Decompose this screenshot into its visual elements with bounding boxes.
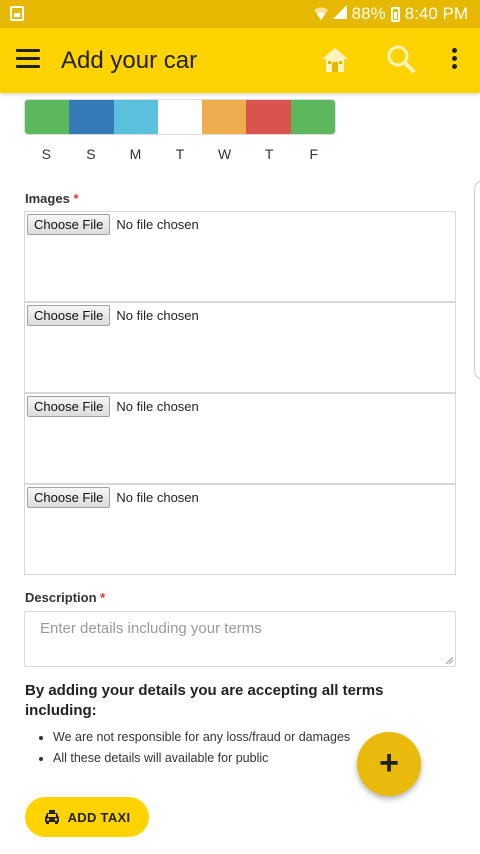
- day-label: S: [86, 146, 96, 162]
- file-status: No file chosen: [116, 308, 199, 323]
- day-label: T: [264, 146, 274, 162]
- add-fab-button[interactable]: +: [357, 732, 421, 796]
- required-mark: *: [100, 590, 106, 605]
- day-label: S: [41, 146, 51, 162]
- menu-icon[interactable]: [16, 49, 40, 71]
- day-color-swatch[interactable]: [113, 100, 158, 134]
- availability-day-labels: SSMTWTF: [24, 146, 336, 162]
- status-bar: 88% 8:40 PM: [0, 0, 480, 28]
- images-label: Images *: [25, 191, 79, 206]
- taxi-icon: [44, 810, 59, 824]
- required-mark: *: [73, 191, 79, 206]
- page-title: Add your car: [61, 47, 198, 74]
- day-color-swatch[interactable]: [69, 100, 114, 134]
- screenshot-notification-icon: [10, 6, 24, 21]
- battery-icon: [390, 6, 400, 22]
- day-label: T: [175, 146, 185, 162]
- list-item: We are not responsible for any loss/frau…: [38, 727, 350, 748]
- image-upload-4: Choose File No file chosen: [24, 484, 456, 575]
- image-upload-1: Choose File No file chosen: [24, 211, 456, 302]
- choose-file-button[interactable]: Choose File: [27, 487, 111, 508]
- availability-color-bar: [24, 99, 336, 135]
- list-item: All these details will available for pub…: [38, 748, 350, 769]
- day-label: W: [217, 146, 232, 162]
- day-color-swatch[interactable]: [25, 100, 70, 134]
- clock: 8:40 PM: [404, 4, 468, 23]
- home-icon[interactable]: [320, 45, 350, 75]
- search-icon[interactable]: [385, 43, 417, 75]
- day-color-swatch[interactable]: [157, 100, 203, 134]
- choose-file-button[interactable]: Choose File: [27, 396, 111, 417]
- battery-percent: 88%: [351, 4, 386, 23]
- choose-file-button[interactable]: Choose File: [27, 305, 111, 326]
- file-status: No file chosen: [116, 217, 199, 232]
- app-bar: Add your car: [0, 28, 480, 93]
- add-taxi-button[interactable]: ADD TAXI: [25, 797, 149, 837]
- terms-heading: By adding your details you are accepting…: [25, 682, 384, 719]
- resize-grip-icon[interactable]: [445, 656, 453, 664]
- image-upload-3: Choose File No file chosen: [24, 393, 456, 484]
- file-status: No file chosen: [116, 490, 199, 505]
- day-label: M: [129, 146, 142, 162]
- choose-file-button[interactable]: Choose File: [27, 214, 111, 235]
- wifi-icon: [313, 7, 328, 21]
- day-color-swatch[interactable]: [290, 100, 335, 134]
- signal-icon: [332, 4, 347, 24]
- edge-panel-handle[interactable]: [474, 180, 480, 380]
- add-taxi-label: ADD TAXI: [67, 809, 131, 825]
- day-label: F: [309, 146, 319, 162]
- terms-list: We are not responsible for any loss/frau…: [38, 727, 350, 769]
- day-color-swatch[interactable]: [202, 100, 247, 134]
- more-vert-icon[interactable]: [446, 48, 462, 74]
- description-placeholder: Enter details including your terms: [40, 620, 262, 637]
- day-color-swatch[interactable]: [246, 100, 291, 134]
- file-status: No file chosen: [116, 399, 199, 414]
- status-indicators: 88% 8:40 PM: [313, 4, 468, 24]
- description-label: Description *: [25, 590, 106, 605]
- description-textarea[interactable]: Enter details including your terms: [24, 611, 456, 667]
- image-upload-2: Choose File No file chosen: [24, 302, 456, 393]
